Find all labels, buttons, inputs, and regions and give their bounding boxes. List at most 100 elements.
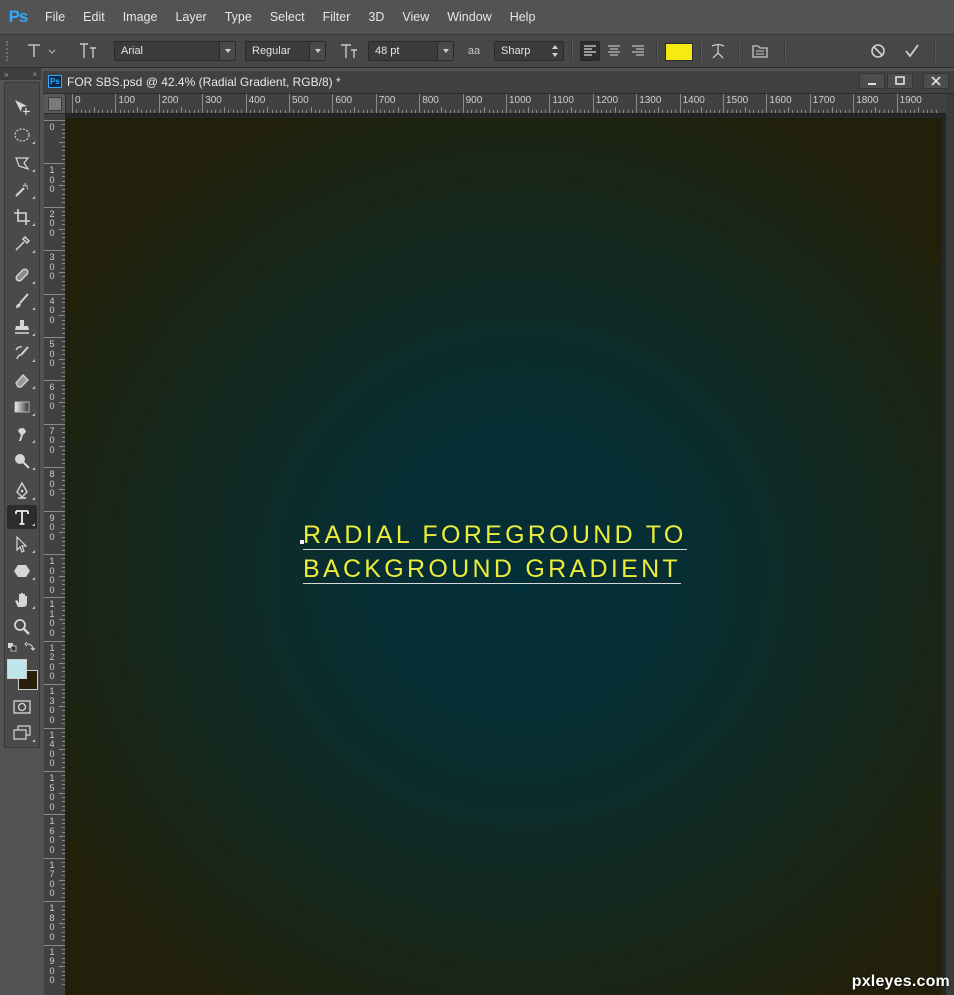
ruler-h-minor-tick xyxy=(744,107,746,113)
ruler-origin[interactable] xyxy=(44,94,66,114)
type-tool[interactable] xyxy=(7,505,37,529)
lasso-tool[interactable] xyxy=(7,151,37,175)
menu-type[interactable]: Type xyxy=(216,10,261,24)
vertical-ruler[interactable]: 0100200300400500600700800900100011001200… xyxy=(44,114,66,995)
ruler-h-major-tick xyxy=(506,94,507,113)
menu-file[interactable]: File xyxy=(36,10,74,24)
menu-filter[interactable]: Filter xyxy=(314,10,360,24)
tool-preset-picker[interactable] xyxy=(22,41,62,61)
menu-edit[interactable]: Edit xyxy=(74,10,114,24)
text-cursor xyxy=(300,540,304,544)
menu-help[interactable]: Help xyxy=(501,10,545,24)
ruler-v-minor-tick xyxy=(59,749,65,751)
minimize-icon xyxy=(868,83,876,85)
ruler-h-major-tick xyxy=(419,94,421,113)
ruler-v-digit: 0 xyxy=(49,488,55,499)
menu-window[interactable]: Window xyxy=(438,10,500,24)
align-center-button[interactable] xyxy=(604,41,624,61)
close-panel-icon[interactable]: × xyxy=(32,70,37,79)
magic-wand-tool[interactable] xyxy=(7,178,37,202)
ruler-v-minor-tick xyxy=(59,185,65,187)
close-button[interactable] xyxy=(923,73,949,89)
menu-select[interactable]: Select xyxy=(261,10,314,24)
minimize-button[interactable] xyxy=(859,73,885,89)
warp-text-button[interactable] xyxy=(706,41,730,61)
zoom-tool[interactable] xyxy=(7,615,37,639)
menu-layer[interactable]: Layer xyxy=(166,10,215,24)
align-left-button[interactable] xyxy=(580,41,600,61)
ruler-h-label: 1000 xyxy=(509,95,532,106)
ruler-h-major-tick xyxy=(809,94,811,113)
font-family-select[interactable]: Arial xyxy=(114,41,236,61)
text-line-2: BACKGROUND GRADIENT xyxy=(303,552,743,586)
ruler-h-minor-tick xyxy=(657,107,659,113)
magnifier-icon xyxy=(14,619,30,635)
healing-brush-tool[interactable] xyxy=(7,263,37,287)
menu-image[interactable]: Image xyxy=(114,10,167,24)
ruler-v-label: 1700 xyxy=(48,860,56,899)
ruler-v-major-tick xyxy=(44,510,65,512)
menu-view[interactable]: View xyxy=(393,10,438,24)
move-tool[interactable] xyxy=(7,95,37,119)
clone-stamp-tool[interactable] xyxy=(7,315,37,339)
text-color-swatch[interactable] xyxy=(665,43,693,61)
maximize-button[interactable] xyxy=(887,73,913,89)
shape-tool[interactable] xyxy=(7,559,37,583)
font-size-select[interactable]: 48 pt xyxy=(368,41,454,61)
vertical-scrollbar[interactable] xyxy=(946,94,954,995)
pen-tool[interactable] xyxy=(7,479,37,503)
toggle-text-orientation-button[interactable] xyxy=(76,41,100,61)
cancel-edits-button[interactable] xyxy=(866,41,890,61)
document-title[interactable]: FOR SBS.psd @ 42.4% (Radial Gradient, RG… xyxy=(67,75,341,89)
document-canvas[interactable]: RADIAL FOREGROUND TO BACKGROUND GRADIENT xyxy=(66,118,942,995)
font-style-select[interactable]: Regular xyxy=(245,41,326,61)
collapse-panel-icon[interactable]: » xyxy=(4,70,8,79)
crop-tool[interactable] xyxy=(7,205,37,229)
quick-mask-button[interactable] xyxy=(7,695,37,719)
anti-alias-select[interactable]: Sharp xyxy=(494,41,564,61)
dodge-tool[interactable] xyxy=(7,449,37,473)
ruler-h-major-tick xyxy=(289,94,290,113)
ruler-h-major-tick xyxy=(592,94,594,113)
ruler-h-major-tick xyxy=(853,94,855,113)
ruler-v-minor-tick xyxy=(59,315,65,317)
ruler-v-digit: 0 xyxy=(49,444,55,455)
tools-panel-header: » × xyxy=(0,68,41,80)
smudge-tool[interactable] xyxy=(7,422,37,446)
history-brush-tool[interactable] xyxy=(7,341,37,365)
options-bar-grip[interactable] xyxy=(6,41,12,61)
eraser-tool[interactable] xyxy=(7,368,37,392)
ruler-h-label: 1600 xyxy=(769,95,792,106)
text-layer[interactable]: RADIAL FOREGROUND TO BACKGROUND GRADIENT xyxy=(300,518,743,586)
ruler-v-minor-tick xyxy=(59,619,65,621)
ruler-v-digit: 0 xyxy=(49,714,55,725)
ruler-v-digit: 0 xyxy=(49,358,55,368)
hand-tool[interactable] xyxy=(7,588,37,612)
menu-3d[interactable]: 3D xyxy=(359,10,393,24)
commit-edits-button[interactable] xyxy=(900,41,924,61)
foreground-color-swatch[interactable] xyxy=(7,659,27,679)
eyedropper-tool[interactable] xyxy=(7,232,37,256)
character-panel-button[interactable] xyxy=(748,41,772,61)
ruler-h-label: 300 xyxy=(205,95,222,106)
align-right-button[interactable] xyxy=(628,41,648,61)
ruler-h-label: 100 xyxy=(118,95,136,106)
crop-icon xyxy=(14,209,30,225)
screen-mode-button[interactable] xyxy=(7,721,37,745)
align-center-icon xyxy=(608,45,620,56)
ruler-v-minor-tick xyxy=(59,705,65,707)
ruler-v-minor-tick xyxy=(59,922,65,924)
horizontal-ruler[interactable]: 0 100 200 300 400 500 600 700 800 900 1000 1100 1200… xyxy=(66,94,946,114)
elliptical-marquee-icon xyxy=(14,128,30,142)
ruler-v-major-tick xyxy=(44,337,65,338)
polygonal-lasso-icon xyxy=(15,157,30,171)
dodge-icon xyxy=(15,454,30,469)
path-selection-tool[interactable] xyxy=(7,532,37,556)
ruler-v-label: 1400 xyxy=(48,730,56,769)
ruler-v-digit: 0 xyxy=(49,801,55,812)
brush-tool[interactable] xyxy=(7,289,37,313)
marquee-tool[interactable] xyxy=(7,123,37,147)
ruler-v-minor-tick xyxy=(59,575,65,577)
gradient-tool[interactable] xyxy=(7,395,37,419)
ruler-v-minor-tick xyxy=(59,532,65,534)
